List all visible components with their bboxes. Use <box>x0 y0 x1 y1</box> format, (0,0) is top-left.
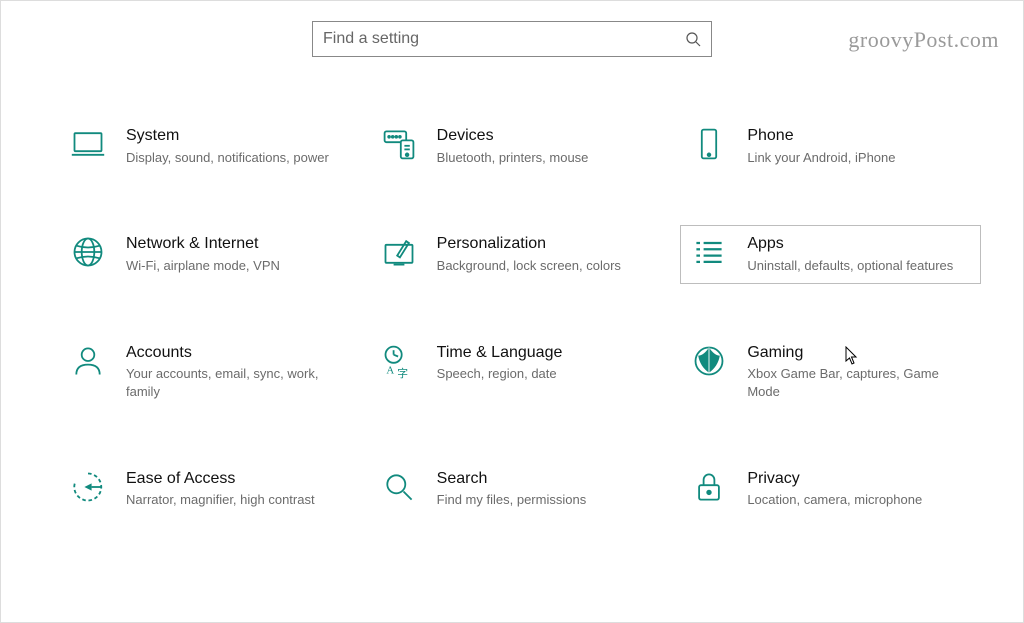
time-language-icon: A 字 <box>381 343 417 379</box>
tile-title: Apps <box>747 234 970 255</box>
tile-network[interactable]: Network & Internet Wi-Fi, airplane mode,… <box>59 225 360 283</box>
tile-sub: Speech, region, date <box>437 365 660 383</box>
tile-gaming[interactable]: Gaming Xbox Game Bar, captures, Game Mod… <box>680 334 981 410</box>
personalization-icon <box>381 234 417 270</box>
tile-title: Personalization <box>437 234 660 255</box>
tile-sub: Background, lock screen, colors <box>437 257 660 275</box>
system-icon <box>70 126 106 162</box>
search-input[interactable] <box>323 30 685 48</box>
tile-title: Phone <box>747 126 970 147</box>
tile-personalization[interactable]: Personalization Background, lock screen,… <box>370 225 671 283</box>
svg-text:字: 字 <box>397 367 408 379</box>
tile-phone[interactable]: Phone Link your Android, iPhone <box>680 117 981 175</box>
tile-title: Devices <box>437 126 660 147</box>
svg-text:A: A <box>386 364 394 376</box>
privacy-icon <box>691 469 727 505</box>
tile-title: Ease of Access <box>126 469 349 490</box>
tile-sub: Display, sound, notifications, power <box>126 149 349 167</box>
tile-sub: Find my files, permissions <box>437 491 660 509</box>
tile-title: Time & Language <box>437 343 660 364</box>
globe-icon <box>70 234 106 270</box>
tile-devices[interactable]: Devices Bluetooth, printers, mouse <box>370 117 671 175</box>
tile-time-language[interactable]: A 字 Time & Language Speech, region, date <box>370 334 671 410</box>
tile-sub: Xbox Game Bar, captures, Game Mode <box>747 365 970 400</box>
tile-sub: Your accounts, email, sync, work, family <box>126 365 349 400</box>
tile-sub: Wi-Fi, airplane mode, VPN <box>126 257 349 275</box>
tile-privacy[interactable]: Privacy Location, camera, microphone <box>680 460 981 518</box>
tile-accounts[interactable]: Accounts Your accounts, email, sync, wor… <box>59 334 360 410</box>
gaming-icon <box>691 343 727 379</box>
tile-system[interactable]: System Display, sound, notifications, po… <box>59 117 360 175</box>
settings-grid: System Display, sound, notifications, po… <box>1 97 1023 538</box>
devices-icon <box>381 126 417 162</box>
tile-title: Accounts <box>126 343 349 364</box>
tile-sub: Bluetooth, printers, mouse <box>437 149 660 167</box>
ease-of-access-icon <box>70 469 106 505</box>
tile-title: Privacy <box>747 469 970 490</box>
tile-sub: Link your Android, iPhone <box>747 149 970 167</box>
tile-title: Gaming <box>747 343 970 364</box>
search-icon <box>685 31 701 47</box>
watermark: groovyPost.com <box>848 27 999 53</box>
tile-sub: Uninstall, defaults, optional features <box>747 257 970 275</box>
tile-sub: Location, camera, microphone <box>747 491 970 509</box>
tile-apps[interactable]: Apps Uninstall, defaults, optional featu… <box>680 225 981 283</box>
tile-title: System <box>126 126 349 147</box>
tile-title: Search <box>437 469 660 490</box>
search-box[interactable] <box>312 21 712 57</box>
phone-icon <box>691 126 727 162</box>
tile-sub: Narrator, magnifier, high contrast <box>126 491 349 509</box>
accounts-icon <box>70 343 106 379</box>
tile-ease-of-access[interactable]: Ease of Access Narrator, magnifier, high… <box>59 460 360 518</box>
tile-search[interactable]: Search Find my files, permissions <box>370 460 671 518</box>
tile-title: Network & Internet <box>126 234 349 255</box>
apps-icon <box>691 234 727 270</box>
search-tile-icon <box>381 469 417 505</box>
